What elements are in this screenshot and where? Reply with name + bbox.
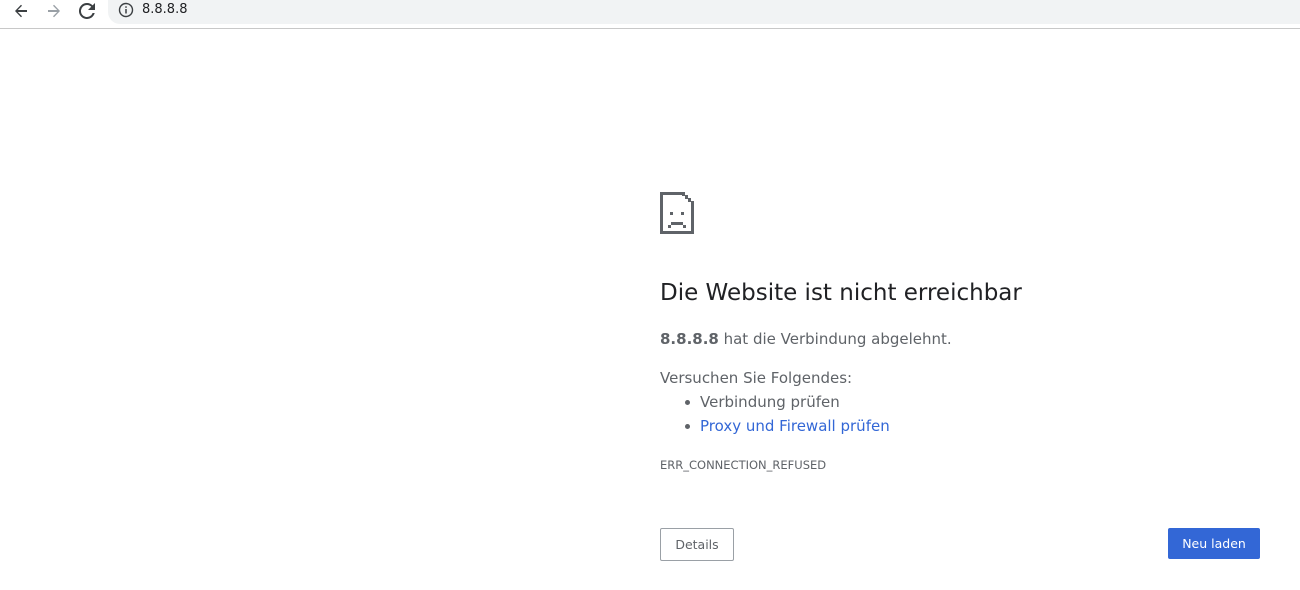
suggestions-list: Verbindung prüfen Proxy und Firewall prü…	[660, 392, 890, 440]
error-heading: Die Website ist nicht erreichbar	[660, 280, 1022, 306]
suggestion-check-connection: Verbindung prüfen	[700, 393, 840, 411]
suggestions-title: Versuchen Sie Folgendes:	[660, 369, 853, 387]
error-summary: 8.8.8.8 hat die Verbindung abgelehnt.	[660, 329, 952, 349]
forward-button[interactable]	[41, 0, 67, 22]
address-bar-url[interactable]: 8.8.8.8	[142, 2, 187, 18]
error-summary-text: hat die Verbindung abgelehnt.	[718, 330, 952, 348]
list-item: Verbindung prüfen	[660, 392, 890, 416]
reload-page-button[interactable]: Neu laden	[1168, 528, 1260, 559]
details-button[interactable]: Details	[660, 528, 734, 561]
sad-page-icon	[660, 192, 694, 234]
info-circle-icon[interactable]	[118, 2, 134, 18]
address-bar[interactable]: 8.8.8.8	[108, 0, 1300, 24]
back-button[interactable]	[8, 0, 34, 22]
arrow-right-icon	[48, 4, 60, 18]
list-item: Proxy und Firewall prüfen	[660, 416, 890, 440]
browser-toolbar: 8.8.8.8	[0, 0, 1300, 29]
error-host: 8.8.8.8	[660, 330, 719, 348]
suggestion-proxy-firewall-link[interactable]: Proxy und Firewall prüfen	[700, 417, 890, 435]
error-code: ERR_CONNECTION_REFUSED	[660, 458, 827, 472]
arrow-left-icon	[15, 4, 27, 18]
reload-button[interactable]	[74, 0, 100, 22]
reload-icon	[79, 3, 95, 19]
